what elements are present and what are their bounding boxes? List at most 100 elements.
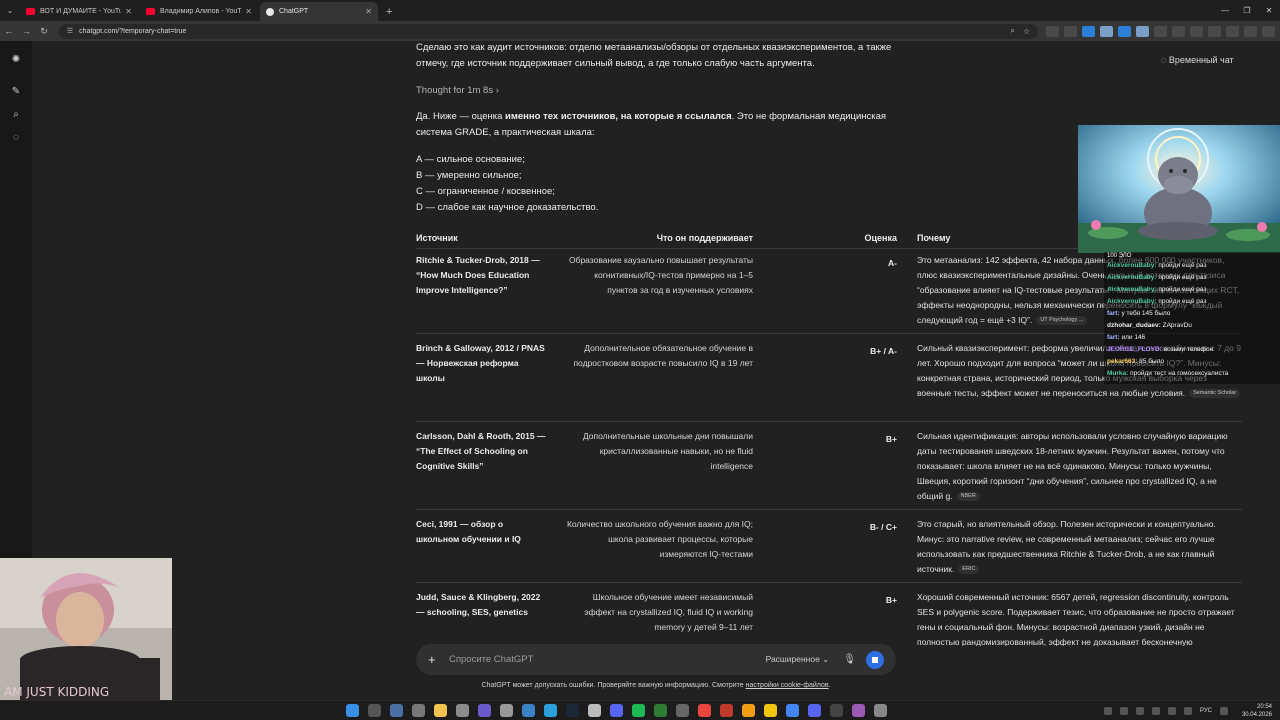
- obs-icon[interactable]: [852, 704, 865, 717]
- reload-icon[interactable]: ↻: [35, 26, 53, 37]
- clock[interactable]: 20:54 30.04.2026: [1242, 703, 1272, 719]
- url-field[interactable]: ☰ chatgpt.com/?temporary-chat=true ⌕ ☆: [58, 23, 1039, 39]
- taskbar: РУС 20:54 30.04.2026: [0, 700, 1280, 720]
- chrome-icon[interactable]: [698, 704, 711, 717]
- close-window-icon[interactable]: ✕: [1258, 0, 1280, 21]
- row-divider: [416, 582, 1242, 583]
- extension-icon[interactable]: [1190, 25, 1204, 37]
- plus-icon[interactable]: +: [428, 652, 442, 667]
- cookie-settings-link[interactable]: настройки cookie-файлов: [746, 682, 829, 689]
- chat-text: 85 было: [1139, 358, 1165, 365]
- menu-dots-icon[interactable]: [1262, 25, 1276, 37]
- minimize-icon[interactable]: —: [1214, 0, 1236, 21]
- search-icon[interactable]: [368, 704, 381, 717]
- tray-icon[interactable]: [1167, 707, 1176, 715]
- app-icon[interactable]: [786, 704, 799, 717]
- telegram-icon[interactable]: [544, 704, 557, 717]
- extension-icon[interactable]: [1046, 25, 1060, 37]
- chat-text: пройди ещё раз: [1158, 262, 1207, 269]
- close-icon[interactable]: ✕: [125, 7, 132, 16]
- app-icon[interactable]: [610, 704, 623, 717]
- citation-chip[interactable]: Semantic Scholar: [1189, 389, 1241, 399]
- search-chats-icon[interactable]: ⌕: [10, 109, 22, 121]
- scale-line: D — слабое как научное доказательство.: [416, 202, 599, 213]
- tray-icon[interactable]: [1151, 707, 1160, 715]
- extension-icon[interactable]: [1154, 25, 1168, 37]
- stop-button[interactable]: [866, 650, 884, 669]
- citation-chip[interactable]: ERIC: [958, 565, 980, 575]
- chat-text: пройди ещё раз: [1158, 298, 1207, 305]
- bookmark-star-icon[interactable]: ☆: [1023, 27, 1030, 36]
- spotify-icon[interactable]: [632, 704, 645, 717]
- chat-user: dzhohar_dudaev:: [1107, 322, 1161, 329]
- youtube-icon: [146, 8, 155, 15]
- why-cell: Хороший современный источник: 6567 детей…: [917, 590, 1242, 646]
- url-text[interactable]: chatgpt.com/?temporary-chat=true: [79, 28, 186, 35]
- steam-icon[interactable]: [566, 704, 579, 717]
- new-chat-icon[interactable]: ✎: [10, 86, 22, 98]
- temporary-chat-indicator[interactable]: ◌ Временный чат: [1161, 55, 1234, 65]
- app-icon[interactable]: [764, 704, 777, 717]
- source-cell: Ritchie & Tucker-Drob, 2018 — “How Much …: [416, 255, 540, 295]
- language-indicator[interactable]: РУС: [1200, 708, 1212, 714]
- extension-icon[interactable]: [1082, 25, 1096, 37]
- citation-chip[interactable]: NBER: [956, 492, 980, 502]
- extension-icon[interactable]: [1172, 25, 1186, 37]
- close-icon[interactable]: ✕: [365, 7, 372, 16]
- scale-line: B — умеренно сильное;: [416, 170, 522, 181]
- chat-line: AickverouBaby: пройди ещё раз: [1107, 296, 1280, 308]
- thought-toggle[interactable]: Thought for 1m 8s ›: [416, 83, 499, 99]
- tray-icon[interactable]: [1183, 707, 1192, 715]
- close-icon[interactable]: ✕: [245, 7, 252, 16]
- app-icon[interactable]: [478, 704, 491, 717]
- extension-icon[interactable]: [1136, 25, 1150, 37]
- volume-icon[interactable]: [1219, 707, 1228, 715]
- discord-icon[interactable]: [808, 704, 821, 717]
- chat-bubble-icon[interactable]: ◌: [10, 132, 22, 144]
- date: 30.04.2026: [1241, 712, 1272, 718]
- extension-icon[interactable]: [1064, 25, 1078, 37]
- app-icon[interactable]: [742, 704, 755, 717]
- app-icon[interactable]: [830, 704, 843, 717]
- app-icon[interactable]: [522, 704, 535, 717]
- citation-chip[interactable]: UT Psychology ...: [1036, 316, 1088, 326]
- tab-search-icon[interactable]: ⌄: [0, 0, 20, 21]
- extension-icon[interactable]: [1118, 25, 1132, 37]
- chat-user: fart:: [1107, 334, 1120, 341]
- file-explorer-icon[interactable]: [434, 704, 447, 717]
- tray-icon[interactable]: [1119, 707, 1128, 715]
- app-icon[interactable]: [720, 704, 733, 717]
- tab-3[interactable]: ChatGPT ✕: [260, 2, 378, 21]
- forward-icon[interactable]: →: [18, 26, 36, 36]
- widgets-icon[interactable]: [390, 704, 403, 717]
- app-icon[interactable]: [588, 704, 601, 717]
- chat-user: JEORGE_FLOYD:: [1107, 346, 1162, 353]
- stream-chat-overlay: 100 ЭЛО AickverouBaby: пройди ещё раз Ai…: [1104, 252, 1280, 384]
- search-icon[interactable]: ⌕: [1010, 26, 1014, 36]
- tab-1[interactable]: ВОТ И ДУМАЙТЕ - YouTube ✕: [20, 2, 138, 21]
- app-icon[interactable]: [500, 704, 513, 717]
- tray-icon[interactable]: [1135, 707, 1144, 715]
- mode-selector[interactable]: Расширенное ⌄: [766, 654, 830, 665]
- tray-icon[interactable]: [1103, 707, 1112, 715]
- row-divider: [416, 509, 1242, 510]
- microphone-icon[interactable]: 🎙: [843, 654, 856, 665]
- extension-icon[interactable]: [1226, 25, 1240, 37]
- openai-logo-icon[interactable]: ✺: [10, 54, 22, 66]
- app-icon[interactable]: [412, 704, 425, 717]
- extension-icon[interactable]: [1100, 25, 1114, 37]
- profile-avatar-icon[interactable]: [1244, 25, 1258, 37]
- app-icon[interactable]: [676, 704, 689, 717]
- prompt-input[interactable]: Спросите ChatGPT: [449, 654, 766, 665]
- app-icon[interactable]: [654, 704, 667, 717]
- stream-overlay-image: [1078, 125, 1280, 253]
- new-tab-button[interactable]: +: [386, 6, 392, 18]
- site-info-icon[interactable]: ☰: [67, 27, 73, 35]
- extension-icon[interactable]: [1208, 25, 1222, 37]
- maximize-icon[interactable]: ❐: [1236, 0, 1258, 21]
- start-icon[interactable]: [346, 704, 359, 717]
- tab-2[interactable]: Владимир Алипов - YouTube ✕: [140, 2, 258, 21]
- back-icon[interactable]: ←: [0, 26, 18, 36]
- app-icon[interactable]: [456, 704, 469, 717]
- app-icon[interactable]: [874, 704, 887, 717]
